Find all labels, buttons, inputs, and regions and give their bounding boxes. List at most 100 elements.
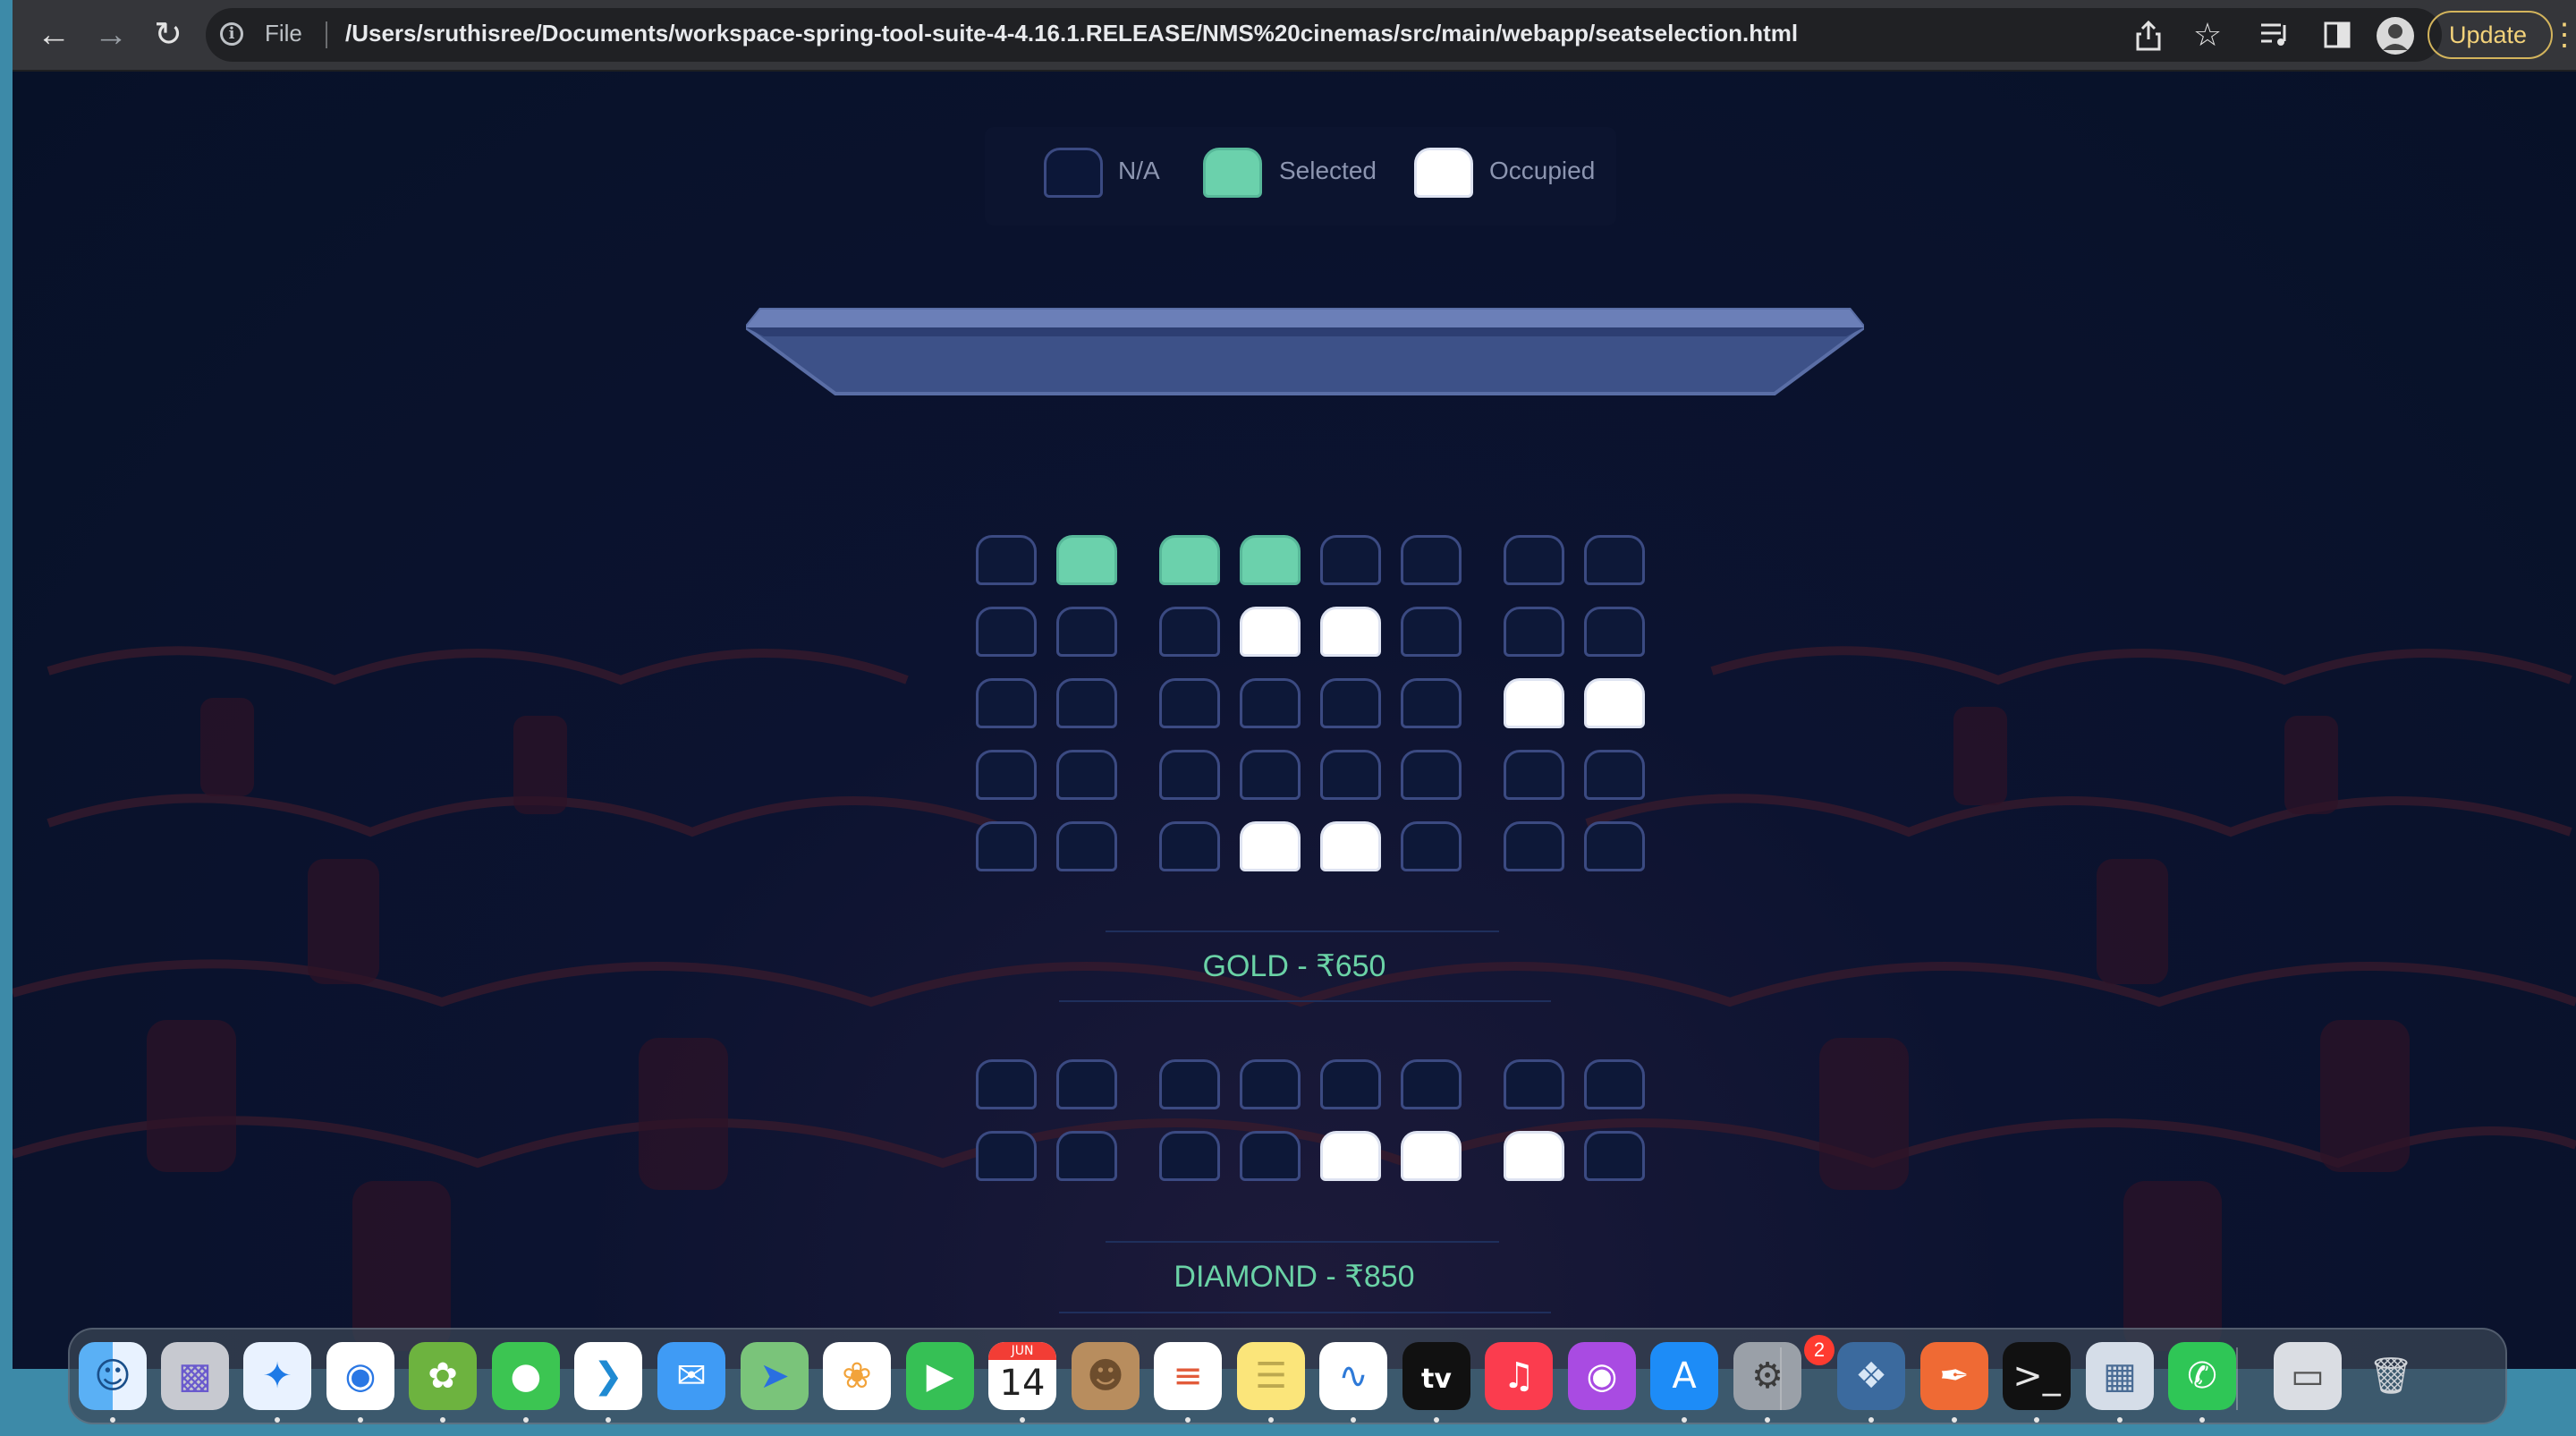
- contacts-icon[interactable]: ☻: [1072, 1342, 1140, 1410]
- bookmark-star-icon[interactable]: ☆: [2186, 13, 2229, 56]
- diamond-seat-r1-c7[interactable]: [1504, 1059, 1564, 1109]
- gold-seat-r3-c4[interactable]: [1240, 678, 1301, 728]
- podcasts-icon[interactable]: ◉: [1568, 1342, 1636, 1410]
- dock-running-indicator: [1765, 1417, 1770, 1423]
- gold-seat-r3-c1[interactable]: [976, 678, 1037, 728]
- gold-seat-r5-c7[interactable]: [1504, 821, 1564, 871]
- diamond-seat-r2-c2[interactable]: [1056, 1131, 1117, 1181]
- diamond-seat-r2-c3[interactable]: [1159, 1131, 1220, 1181]
- back-arrow-icon[interactable]: ←: [32, 13, 75, 56]
- gold-seat-r2-c8[interactable]: [1584, 607, 1645, 657]
- gold-seat-r3-c5[interactable]: [1320, 678, 1381, 728]
- maps-icon[interactable]: ➤: [741, 1342, 809, 1410]
- reload-icon[interactable]: ↻: [147, 13, 190, 56]
- launchpad-icon[interactable]: ▩: [161, 1342, 229, 1410]
- diamond-seat-r2-c8[interactable]: [1584, 1131, 1645, 1181]
- dock-running-indicator: [1185, 1417, 1191, 1423]
- preview-icon[interactable]: ▦: [2086, 1342, 2154, 1410]
- gold-seat-r5-c6[interactable]: [1401, 821, 1462, 871]
- facetime-icon[interactable]: ▶: [906, 1342, 974, 1410]
- chrome-icon[interactable]: ◉: [326, 1342, 394, 1410]
- gold-seat-r4-c3[interactable]: [1159, 750, 1220, 800]
- gold-seat-r4-c1[interactable]: [976, 750, 1037, 800]
- gold-seat-r5-c8[interactable]: [1584, 821, 1645, 871]
- browser-toolbar: ← → ↻ i File /Users/sruthisree/Documents…: [13, 0, 2576, 72]
- gold-seat-r4-c6[interactable]: [1401, 750, 1462, 800]
- diamond-seat-r1-c4[interactable]: [1240, 1059, 1301, 1109]
- app-store-icon[interactable]: A: [1650, 1342, 1718, 1410]
- gold-seat-r4-c8[interactable]: [1584, 750, 1645, 800]
- reading-list-icon[interactable]: [2259, 21, 2292, 48]
- update-button[interactable]: Update: [2428, 11, 2553, 59]
- freeform-icon[interactable]: ∿: [1319, 1342, 1387, 1410]
- gold-seat-r5-c1[interactable]: [976, 821, 1037, 871]
- gold-seat-r5-c3[interactable]: [1159, 821, 1220, 871]
- dock-running-indicator: [523, 1417, 529, 1423]
- vscode-icon[interactable]: ❯: [574, 1342, 642, 1410]
- seat-selection-page: N/A Selected Occupied GOLD - ₹650 DIAMON…: [13, 72, 2576, 1369]
- reminders-icon[interactable]: ≡: [1154, 1342, 1222, 1410]
- diamond-top-rule: [1106, 1241, 1499, 1243]
- calendar-icon[interactable]: JUN 14: [988, 1342, 1056, 1410]
- messages-icon[interactable]: ●: [492, 1342, 560, 1410]
- profile-avatar-icon[interactable]: [2376, 16, 2415, 55]
- gold-seat-r1-c3[interactable]: [1159, 535, 1220, 585]
- notes-icon[interactable]: ☰: [1237, 1342, 1305, 1410]
- postman-icon[interactable]: ✒: [1920, 1342, 1988, 1410]
- info-icon[interactable]: i: [220, 22, 243, 46]
- dock-running-indicator: [275, 1417, 280, 1423]
- gold-seat-r2-c1[interactable]: [976, 607, 1037, 657]
- share-icon[interactable]: [2134, 20, 2163, 52]
- finder-icon[interactable]: ☺: [79, 1342, 147, 1410]
- safari-icon[interactable]: ✦: [243, 1342, 311, 1410]
- diamond-seat-r1-c3[interactable]: [1159, 1059, 1220, 1109]
- gold-seat-r1-c7[interactable]: [1504, 535, 1564, 585]
- gold-seat-r1-c1[interactable]: [976, 535, 1037, 585]
- trash-icon[interactable]: 🗑: [2357, 1342, 2425, 1410]
- url-text[interactable]: /Users/sruthisree/Documents/workspace-sp…: [345, 20, 1798, 47]
- gold-seat-r2-c6[interactable]: [1401, 607, 1462, 657]
- gold-seat-r1-c4[interactable]: [1240, 535, 1301, 585]
- gold-seat-r1-c6[interactable]: [1401, 535, 1462, 585]
- gold-seat-r3-c6[interactable]: [1401, 678, 1462, 728]
- gold-seat-r3-c2[interactable]: [1056, 678, 1117, 728]
- terminal-icon[interactable]: >_: [2003, 1342, 2071, 1410]
- side-panel-icon[interactable]: [2324, 21, 2351, 48]
- settings-badge: 2: [1804, 1335, 1835, 1365]
- diamond-seat-r1-c1[interactable]: [976, 1059, 1037, 1109]
- url-separator: [326, 21, 327, 48]
- whatsapp-icon[interactable]: ✆: [2168, 1342, 2236, 1410]
- screenshot-icon[interactable]: ▭: [2274, 1342, 2342, 1410]
- cinema-screen: [746, 308, 1864, 395]
- mail-icon[interactable]: ✉: [657, 1342, 725, 1410]
- mysql-workbench-icon[interactable]: ❖: [1837, 1342, 1905, 1410]
- spring-icon[interactable]: ✿: [409, 1342, 477, 1410]
- music-icon[interactable]: ♫: [1485, 1342, 1553, 1410]
- more-menu-icon[interactable]: ⋮: [2549, 13, 2576, 57]
- gold-seat-r1-c5[interactable]: [1320, 535, 1381, 585]
- gold-seat-r4-c2[interactable]: [1056, 750, 1117, 800]
- gold-seat-r4-c7[interactable]: [1504, 750, 1564, 800]
- gold-seat-r1-c8[interactable]: [1584, 535, 1645, 585]
- photos-icon[interactable]: ❀: [823, 1342, 891, 1410]
- diamond-seat-r1-c5[interactable]: [1320, 1059, 1381, 1109]
- dock-separator: [2236, 1347, 2238, 1410]
- gold-seat-r5-c2[interactable]: [1056, 821, 1117, 871]
- system-settings-icon[interactable]: ⚙: [1733, 1342, 1801, 1410]
- diamond-seat-r2-c1[interactable]: [976, 1131, 1037, 1181]
- gold-seat-r3-c3[interactable]: [1159, 678, 1220, 728]
- gold-seat-r1-c2[interactable]: [1056, 535, 1117, 585]
- gold-seat-r2-c2[interactable]: [1056, 607, 1117, 657]
- gold-seat-r4-c5[interactable]: [1320, 750, 1381, 800]
- gold-seat-r4-c4[interactable]: [1240, 750, 1301, 800]
- diamond-seat-r1-c2[interactable]: [1056, 1059, 1117, 1109]
- legend-occupied-seat: [1414, 148, 1473, 198]
- macos-dock: ☺ ▩ ✦ ◉ ✿ ● ❯ ✉ ➤ ❀ ▶ JUN 14 ☻ ≡ ☰ ∿ tv ♫ ◉ A ⚙ ❖ ✒ >_ ▦ ✆ ▭ 🗑: [68, 1328, 2507, 1424]
- diamond-seat-r1-c8[interactable]: [1584, 1059, 1645, 1109]
- forward-arrow-icon[interactable]: →: [89, 13, 132, 56]
- diamond-seat-r1-c6[interactable]: [1401, 1059, 1462, 1109]
- gold-seat-r2-c3[interactable]: [1159, 607, 1220, 657]
- tv-icon[interactable]: tv: [1402, 1342, 1470, 1410]
- diamond-seat-r2-c4[interactable]: [1240, 1131, 1301, 1181]
- gold-seat-r2-c7[interactable]: [1504, 607, 1564, 657]
